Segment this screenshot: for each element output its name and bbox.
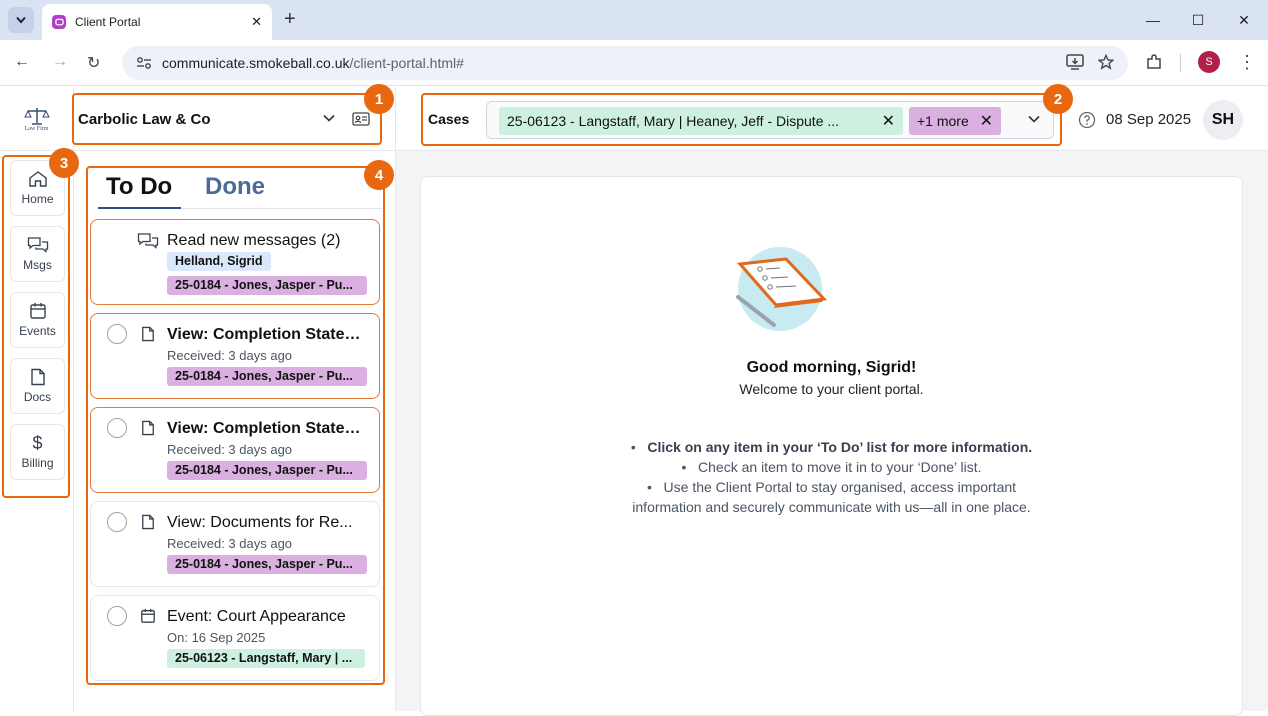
more-menu-icon[interactable]: ⋮ — [1238, 52, 1256, 73]
annotation-box-2 — [421, 93, 1062, 146]
checklist-illustration-icon — [736, 247, 828, 331]
reload-icon[interactable]: ↻ — [87, 53, 100, 73]
extensions-icon[interactable] — [1145, 53, 1163, 76]
url-host: communicate.smokeball.co.uk — [162, 55, 350, 71]
annotation-box-4 — [86, 166, 385, 685]
site-settings-icon[interactable] — [136, 56, 152, 70]
chevron-down-icon — [16, 16, 26, 24]
help-icon[interactable] — [1078, 111, 1096, 129]
browser-tab-bar: Client Portal ✕ + — ☐ ✕ — [0, 0, 1268, 40]
close-tab-icon[interactable]: ✕ — [251, 14, 262, 30]
tip-item: Click on any item in your ‘To Do’ list f… — [647, 439, 1033, 455]
client-portal-app: Law Firm Carbolic Law & Co Cases 25-0612… — [0, 84, 1268, 716]
new-tab-button[interactable]: + — [284, 8, 296, 30]
scales-logo-icon — [23, 107, 50, 125]
tab-title: Client Portal — [75, 15, 141, 29]
maximize-button[interactable]: ☐ — [1175, 0, 1221, 40]
bookmark-star-icon[interactable] — [1098, 54, 1114, 70]
welcome-panel: Good morning, Sigrid! Welcome to your cl… — [420, 176, 1243, 716]
annotation-badge-1: 1 — [364, 84, 394, 114]
annotation-box-1 — [72, 93, 382, 145]
annotation-badge-3: 3 — [49, 148, 79, 178]
annotation-badge-2: 2 — [1043, 84, 1073, 114]
tips-list: • Click on any item in your ‘To Do’ list… — [630, 439, 1033, 515]
url-path: /client-portal.html# — [349, 55, 464, 71]
install-app-icon[interactable] — [1066, 54, 1084, 70]
forward-icon[interactable]: → — [52, 53, 68, 71]
logo-text: Law Firm — [24, 125, 49, 132]
user-avatar[interactable]: SH — [1203, 100, 1243, 140]
address-bar: ← → ↻ communicate.smokeball.co.uk/client… — [0, 40, 1268, 86]
tab-search-dropdown[interactable] — [8, 7, 34, 33]
welcome-text: Welcome to your client portal. — [739, 381, 924, 397]
minimize-button[interactable]: — — [1130, 0, 1176, 40]
annotation-badge-4: 4 — [364, 160, 394, 190]
annotation-box-3 — [2, 155, 70, 498]
close-window-button[interactable]: ✕ — [1221, 0, 1267, 40]
current-date: 08 Sep 2025 — [1106, 111, 1192, 128]
tip-item: Use the Client Portal to stay organised,… — [663, 479, 1017, 495]
toolbar-separator — [1180, 54, 1181, 72]
profile-avatar[interactable]: S — [1198, 51, 1220, 73]
tip-item: Check an item to move it in to your ‘Don… — [698, 459, 982, 475]
favicon-icon — [52, 15, 66, 29]
firm-logo: Law Firm — [0, 87, 74, 151]
browser-tab[interactable]: Client Portal ✕ — [42, 4, 272, 40]
url-field[interactable]: communicate.smokeball.co.uk/client-porta… — [122, 46, 1128, 80]
greeting: Good morning, Sigrid! — [746, 359, 917, 376]
tip-item: information and securely communicate wit… — [632, 499, 1031, 515]
back-icon[interactable]: ← — [14, 53, 30, 71]
